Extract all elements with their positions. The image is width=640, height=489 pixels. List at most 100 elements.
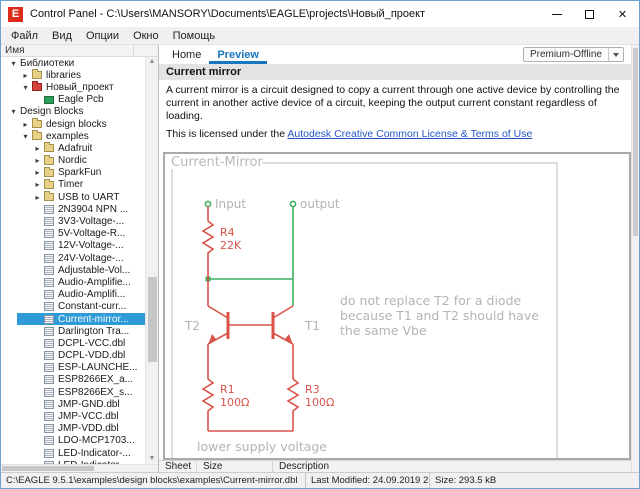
tree-item-eagle-pcb[interactable]: Eagle Pcb — [1, 94, 145, 106]
tree-scrollbar-thumb[interactable] — [148, 276, 157, 363]
preview-heading: Current mirror — [159, 64, 631, 80]
tree-vertical-scrollbar[interactable]: ▲ ▼ — [145, 57, 158, 464]
tree-item-libraries[interactable]: ▸ libraries — [1, 69, 145, 81]
tree-item-dcpl-vdd-dbl[interactable]: DCPL-VDD.dbl — [1, 350, 145, 362]
schematic-title: Current-Mirror — [171, 155, 263, 170]
maximize-button[interactable] — [573, 1, 606, 27]
input-pin-icon — [204, 200, 212, 208]
tree-collapsed-arrow-icon[interactable]: ▸ — [31, 168, 44, 177]
tree-column-header[interactable]: Имя — [1, 45, 158, 57]
status-modified: Last Modified: 24.09.2019 21:29 — [306, 473, 430, 488]
tree-item-design-blocks[interactable]: ▾ Design Blocks — [1, 106, 145, 118]
close-button[interactable]: ✕ — [606, 1, 639, 27]
tree-item-label: Adafruit — [58, 142, 93, 154]
tab-preview[interactable]: Preview — [209, 47, 267, 64]
folder-icon — [32, 69, 42, 80]
menu-окно[interactable]: Окно — [126, 27, 166, 44]
tree-expanded-arrow-icon[interactable]: ▾ — [7, 107, 20, 116]
tree-collapsed-arrow-icon[interactable]: ▸ — [31, 193, 44, 202]
menu-файл[interactable]: Файл — [4, 27, 45, 44]
tree-item-5v-voltage-r-[interactable]: 5V-Voltage-R... — [1, 228, 145, 240]
tree-item-label: design blocks — [46, 118, 107, 130]
tree-item-design-blocks[interactable]: ▸ design blocks — [1, 118, 145, 130]
tree-item-label: ESP8266EX_a... — [58, 374, 134, 386]
tree-item-3v3-voltage-[interactable]: 3V3-Voltage-... — [1, 215, 145, 227]
menu-помощь[interactable]: Помощь — [166, 27, 223, 44]
dbl-icon — [44, 436, 54, 446]
tree-item-библиотеки[interactable]: ▾ Библиотеки — [1, 57, 145, 69]
scroll-down-arrow-icon[interactable]: ▼ — [146, 454, 158, 464]
dbl-icon — [44, 399, 54, 409]
tree-hscrollbar-thumb[interactable] — [2, 466, 94, 471]
preview-description: A current mirror is a circuit designed t… — [166, 84, 620, 122]
content-scrollbar-thumb[interactable] — [633, 48, 638, 236]
column-description[interactable]: Description — [273, 461, 631, 472]
dbl-icon — [44, 204, 54, 214]
tree-item-esp-launche-[interactable]: ESP-LAUNCHE... — [1, 362, 145, 374]
titlebar: E Control Panel - C:\Users\MANSORY\Docum… — [1, 1, 639, 27]
tree-item-sparkfun[interactable]: ▸ SparkFun — [1, 166, 145, 179]
tree-item-label: Adjustable-Vol... — [58, 264, 131, 276]
close-icon: ✕ — [617, 8, 628, 21]
r3-name: R3 — [305, 383, 320, 396]
tree-horizontal-scrollbar[interactable] — [1, 464, 158, 472]
tree-item-label: USB to UART — [58, 191, 120, 203]
red-wires — [201, 207, 300, 432]
tree-item-esp8266ex-a-[interactable]: ESP8266EX_a... — [1, 374, 145, 386]
tree-item-jmp-vdd-dbl[interactable]: JMP-VDD.dbl — [1, 423, 145, 435]
tree-collapsed-arrow-icon[interactable]: ▸ — [31, 156, 44, 165]
eagle-logo-icon: E — [8, 6, 23, 22]
tree-collapsed-arrow-icon[interactable]: ▸ — [19, 71, 32, 80]
note-line-3: the same Vbe — [340, 323, 427, 338]
content-vertical-scrollbar[interactable] — [631, 45, 639, 472]
control-panel-window: E Control Panel - C:\Users\MANSORY\Docum… — [0, 0, 640, 489]
tree-item-darlington-tra-[interactable]: Darlington Tra... — [1, 325, 145, 337]
tree-collapsed-arrow-icon[interactable]: ▸ — [19, 120, 32, 129]
tree-item-audio-amplifi-[interactable]: Audio-Amplifi... — [1, 289, 145, 301]
tree-item-adafruit[interactable]: ▸ Adafruit — [1, 142, 145, 154]
r4-name: R4 — [220, 226, 235, 239]
tree-expanded-arrow-icon[interactable]: ▾ — [19, 132, 32, 141]
tree-collapsed-arrow-icon[interactable]: ▸ — [31, 180, 44, 189]
tree-item-timer[interactable]: ▸ Timer — [1, 178, 145, 191]
tree-item-current-mirror-[interactable]: Current-mirror... — [1, 312, 145, 326]
menu-опции[interactable]: Опции — [79, 27, 126, 44]
resistor-r1 — [201, 378, 215, 414]
tree-item-новый-проект[interactable]: ▾ Новый_проект — [1, 81, 145, 93]
tree-item-ldo-mcp1703-[interactable]: LDO-MCP1703... — [1, 435, 145, 447]
tree-item-esp8266ex-s-[interactable]: ESP8266EX_s... — [1, 386, 145, 398]
tree-item-2n3904-npn-[interactable]: 2N3904 NPN ... — [1, 203, 145, 215]
tree-expanded-arrow-icon[interactable]: ▾ — [19, 83, 32, 92]
column-size[interactable]: Size — [197, 461, 273, 472]
tree-item-label: DCPL-VCC.dbl — [58, 337, 126, 349]
column-sheet[interactable]: Sheet — [159, 461, 197, 472]
tree-item-dcpl-vcc-dbl[interactable]: DCPL-VCC.dbl — [1, 337, 145, 349]
r1-value: 100Ω — [220, 396, 249, 409]
tree-item-12v-voltage-[interactable]: 12V-Voltage-... — [1, 240, 145, 252]
tree-item-jmp-vcc-dbl[interactable]: JMP-VCC.dbl — [1, 410, 145, 422]
tree-item-adjustable-vol-[interactable]: Adjustable-Vol... — [1, 264, 145, 276]
scroll-up-arrow-icon[interactable]: ▲ — [146, 57, 158, 67]
dbl-icon — [44, 338, 54, 348]
r4-value: 22K — [220, 239, 242, 252]
tree-item-label: 3V3-Voltage-... — [58, 216, 125, 228]
tree-item-usb-to-uart[interactable]: ▸ USB to UART — [1, 191, 145, 203]
tree-item-24v-voltage-[interactable]: 24V-Voltage-... — [1, 252, 145, 264]
tree-item-nordic[interactable]: ▸ Nordic — [1, 154, 145, 167]
tree-item-audio-amplifie-[interactable]: Audio-Amplifie... — [1, 276, 145, 288]
tree-expanded-arrow-icon[interactable]: ▾ — [7, 59, 20, 68]
dbl-icon — [44, 448, 54, 458]
tree-item-label: Nordic — [58, 155, 87, 167]
dbl-icon — [44, 217, 54, 227]
menu-вид[interactable]: Вид — [45, 27, 79, 44]
minimize-button[interactable] — [540, 1, 573, 27]
tree-item-led-indicator-[interactable]: LED-Indicator-... — [1, 447, 145, 459]
premium-offline-button[interactable]: Premium-Offline — [522, 47, 624, 62]
tree-item-jmp-gnd-dbl[interactable]: JMP-GND.dbl — [1, 398, 145, 410]
tab-home[interactable]: Home — [164, 47, 209, 64]
tree-item-constant-curr-[interactable]: Constant-curr... — [1, 301, 145, 313]
tree-item-examples[interactable]: ▾ examples — [1, 130, 145, 142]
license-link[interactable]: Autodesk Creative Common License & Terms… — [287, 128, 532, 140]
tree-collapsed-arrow-icon[interactable]: ▸ — [31, 144, 44, 153]
premium-dropdown[interactable] — [609, 48, 623, 61]
